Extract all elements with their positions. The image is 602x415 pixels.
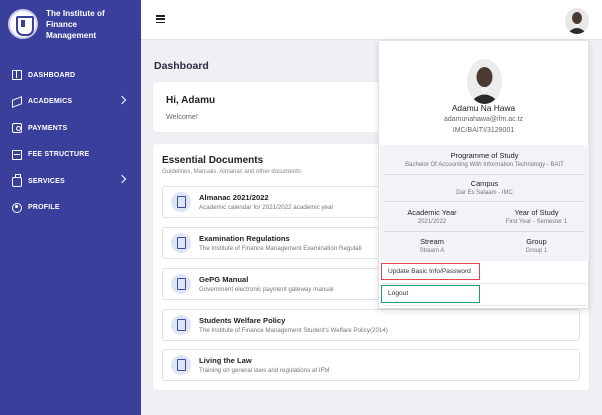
profile-photo (467, 59, 502, 104)
divider (384, 174, 585, 175)
sidebar-item-label: DASHBOARD (28, 71, 76, 79)
programme-label: Programme of Study (450, 151, 519, 160)
sidebar-item-dashboard[interactable]: DASHBOARD (0, 62, 141, 89)
sidebar-item-payments[interactable]: PAYMENTS (0, 115, 141, 142)
file-icon (171, 355, 191, 375)
brand[interactable]: The Institute of Finance Management (0, 0, 141, 40)
year-of-study-value: First Year - Semester 1 (505, 219, 568, 225)
document-name: Living the Law (199, 356, 252, 365)
programme-value: Bachelor Of Accounting With Information … (405, 162, 564, 168)
sidebar-item-profile[interactable]: PROFILE (0, 195, 141, 222)
brand-name-line1: The Institute of Finance (46, 8, 105, 29)
document-name: Students Welfare Policy (199, 316, 286, 325)
sidebar: The Institute of Finance Management DASH… (0, 0, 141, 415)
document-name: Examination Regulations (199, 234, 290, 243)
year-of-study: Year of Study First Year - Semester 1 (484, 208, 589, 225)
profile-email: adamunahawa@ifm.ac.tz (443, 116, 524, 123)
page-title: Dashboard (154, 60, 209, 72)
divider (384, 231, 585, 232)
sidebar-nav: DASHBOARD ACADEMICS PAYMENTS FEE STRUCTU… (0, 62, 141, 221)
sidebar-item-label: PAYMENTS (28, 124, 68, 132)
profile-info-panel: Programme of Study Bachelor Of Accountin… (380, 145, 589, 261)
user-avatar-button[interactable] (565, 8, 589, 34)
document-name: GePG Manual (199, 275, 249, 284)
sidebar-item-services[interactable]: SERVICES (0, 168, 141, 195)
dashboard-icon (12, 70, 22, 81)
year-of-study-label: Year of Study (514, 208, 559, 217)
sidebar-item-fee-structure[interactable]: FEE STRUCTURE (0, 142, 141, 169)
chevron-right-icon (117, 95, 127, 104)
group-value: Group 1 (525, 248, 548, 254)
welcome-greeting: Hi, Adamu (166, 95, 216, 106)
document-name: Almanac 2021/2022 (199, 193, 269, 202)
programme-of-study: Programme of Study Bachelor Of Accountin… (380, 151, 589, 168)
chevron-right-icon (117, 174, 127, 184)
file-icon (171, 315, 191, 335)
menu-toggle-icon[interactable] (156, 15, 165, 24)
payments-icon (12, 123, 22, 134)
group: Group Group 1 (484, 237, 589, 254)
profile-registration-number: IMC/BAITI/3129001 (452, 127, 515, 134)
document-description: The Institute of Finance Management Exam… (199, 245, 362, 252)
document-description: Academic calendar for 2021/2022 academic… (199, 204, 334, 211)
welcome-card: Hi, Adamu Welcome! (153, 82, 403, 132)
campus-label: Campus (470, 179, 499, 188)
sidebar-item-label: SERVICES (28, 177, 65, 185)
highlight-box-logout (381, 285, 480, 303)
graduation-cap-icon (12, 97, 22, 107)
sidebar-item-label: FEE STRUCTURE (28, 151, 90, 159)
sidebar-item-academics[interactable]: ACADEMICS (0, 89, 141, 116)
stream-value: Stream A (419, 248, 445, 254)
file-icon (171, 192, 191, 212)
document-description: The Institute of Finance Management Stud… (199, 327, 388, 334)
group-label: Group (526, 237, 547, 246)
academic-year-label: Academic Year (407, 208, 457, 217)
profile-photo-image (467, 59, 502, 104)
file-icon (171, 274, 191, 294)
institute-logo-icon (8, 9, 38, 39)
highlight-box-update (381, 263, 480, 280)
academic-year-value: 2021/2022 (417, 219, 447, 225)
profile-name: Adamu Na Hawa (451, 103, 516, 113)
fee-structure-icon (12, 149, 22, 160)
divider (384, 201, 585, 202)
welcome-message: Welcome! (166, 112, 198, 121)
brand-name: The Institute of Finance Management (46, 8, 135, 41)
stream-label: Stream (420, 237, 444, 246)
campus-value: Dar Es Salaam - IMC (456, 190, 513, 196)
academic-year: Academic Year 2021/2022 (380, 208, 484, 225)
top-bar (141, 0, 602, 40)
sidebar-item-label: ACADEMICS (28, 98, 73, 106)
document-item-living-the-law[interactable]: Living the Law Training on general laws … (162, 349, 580, 381)
file-icon (171, 233, 191, 253)
document-item-students-welfare-policy[interactable]: Students Welfare Policy The Institute of… (162, 309, 580, 341)
profile-icon (12, 202, 22, 213)
stream: Stream Stream A (380, 237, 484, 254)
briefcase-icon (12, 174, 22, 188)
document-description: Training on general laws and regulations… (199, 367, 330, 374)
sidebar-item-label: PROFILE (28, 204, 60, 212)
brand-name-line2: Management (46, 30, 97, 40)
document-description: Government electronic payment gateway ma… (199, 286, 334, 293)
avatar-photo (565, 8, 589, 34)
campus: Campus Dar Es Salaam - IMC (380, 179, 589, 196)
